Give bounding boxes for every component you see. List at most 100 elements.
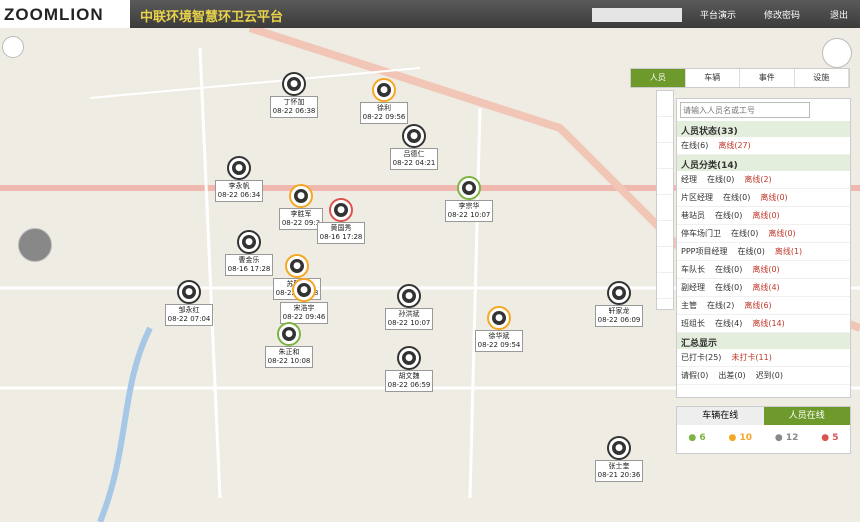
category-online: 在线(4) [715, 319, 743, 328]
category-online: 在线(0) [737, 247, 765, 256]
marker-label: 邹永红 08-22 07:04 [164, 304, 214, 326]
marker-label: 朱正和 08-22 10:08 [264, 346, 314, 368]
person-pin-icon: ● [609, 438, 629, 458]
marker-time: 08-16 17:28 [319, 233, 363, 241]
person-icon[interactable] [657, 91, 673, 117]
person-marker[interactable]: ● 张士奎 08-21 20:36 [580, 438, 658, 482]
map-canvas[interactable]: 人员 车辆 事件 设施 人员状态(33) 在线(6) 离线(27) 人员分类(1… [0, 28, 860, 522]
chart-icon[interactable] [822, 38, 852, 68]
category-row[interactable]: 经理 在线(0) 离线(2) [677, 171, 850, 189]
category-row[interactable]: 车队长 在线(0) 离线(0) [677, 261, 850, 279]
marker-label: 轩家龙 08-22 06:09 [594, 305, 644, 327]
marker-person-name: 孙洪斌 [398, 310, 420, 318]
bell-icon[interactable] [657, 195, 673, 221]
category-row[interactable]: 停车场门卫 在线(0) 离线(0) [677, 225, 850, 243]
marker-time: 08-22 10:08 [267, 357, 311, 365]
category-online: 在线(0) [715, 265, 743, 274]
category-online: 在线(0) [731, 229, 759, 238]
tab-event[interactable]: 事件 [740, 69, 795, 87]
tab-vehicle[interactable]: 车辆 [686, 69, 740, 87]
summary-unchecked: 未打卡(11) [731, 353, 772, 362]
nav-logout[interactable]: 退出 [830, 8, 848, 21]
marker-person-name: 朱正和 [278, 348, 300, 356]
nav-demo[interactable]: 平台演示 [700, 8, 736, 21]
search-wrap [677, 99, 850, 121]
marker-person-name: 邹永红 [178, 306, 200, 314]
person-pin-icon: ● [287, 256, 307, 276]
marker-time: 08-21 20:36 [597, 471, 641, 479]
summary-late: 迟到(0) [755, 371, 784, 380]
legend-tab-person[interactable]: 人员在线 [763, 407, 850, 425]
person-marker[interactable]: ● 徐华斌 08-22 09:54 [460, 308, 538, 352]
legend-tabs: 车辆在线 人员在线 [677, 407, 850, 425]
category-row[interactable]: PPP项目经理 在线(0) 离线(1) [677, 243, 850, 261]
person-pin-icon: ● [279, 324, 299, 344]
category-name: 班组长 [681, 319, 705, 328]
chart-side-icon[interactable] [657, 247, 673, 273]
person-marker[interactable]: ● 宋浩宇 08-22 09:46 [265, 280, 343, 324]
marker-label: 宋浩宇 08-22 09:46 [279, 302, 329, 324]
marker-label: 徐利 08-22 09:56 [359, 102, 409, 124]
summary-title: 汇总显示 [677, 333, 850, 349]
truck-icon[interactable] [657, 143, 673, 169]
marker-person-name: 胡文魏 [398, 372, 420, 380]
category-row[interactable]: 巷站员 在线(0) 离线(0) [677, 207, 850, 225]
marker-time: 08-22 10:07 [387, 319, 431, 327]
category-row[interactable]: 班组长 在线(4) 离线(14) [677, 315, 850, 333]
person-pin-icon: ● [374, 80, 394, 100]
vehicle-icon[interactable] [657, 117, 673, 143]
marker-time: 08-22 07:04 [167, 315, 211, 323]
summary-row-1: 已打卡(25) 未打卡(11) [677, 349, 850, 367]
marker-person-name: 丁怀加 [283, 98, 305, 106]
marker-time: 08-22 09:54 [477, 341, 521, 349]
map-prev-button[interactable] [18, 228, 52, 262]
user-dropdown[interactable] [592, 8, 682, 22]
person-marker[interactable]: ● 李宗华 08-22 10:07 [430, 178, 508, 222]
person-marker[interactable]: ● 邹永红 08-22 07:04 [150, 282, 228, 326]
status-row: 在线(6) 离线(27) [677, 137, 850, 155]
map-side-icon[interactable] [657, 273, 673, 299]
person-marker[interactable]: ● 轩家龙 08-22 06:09 [580, 283, 658, 327]
person-marker[interactable]: ● 丁怀加 08-22 06:38 [255, 74, 333, 118]
marker-person-name: 黄国秀 [330, 224, 352, 232]
category-name: 经理 [681, 175, 697, 184]
legend-counts: ● 6 ● 10 ● 12 ● 5 [677, 425, 850, 443]
category-row[interactable]: 主管 在线(2) 离线(6) [677, 297, 850, 315]
marker-time: 08-22 06:09 [597, 316, 641, 324]
legend-count: ● 5 [821, 433, 839, 443]
marker-label: 孙洪斌 08-22 10:07 [384, 308, 434, 330]
category-name: 巷站员 [681, 211, 705, 220]
person-pin-icon: ● [294, 280, 314, 300]
category-offline: 离线(14) [752, 319, 785, 328]
person-marker[interactable]: ● 徐利 08-22 09:56 [345, 80, 423, 124]
category-row[interactable]: 片区经理 在线(0) 离线(0) [677, 189, 850, 207]
category-online: 在线(2) [707, 301, 735, 310]
marker-person-name: 李永帆 [228, 182, 250, 190]
menu-toggle-button[interactable] [2, 36, 24, 58]
person-marker[interactable]: ● 胡文魏 08-22 06:59 [370, 348, 448, 392]
search-input[interactable] [680, 102, 810, 118]
legend-tab-vehicle[interactable]: 车辆在线 [677, 407, 764, 425]
status-offline[interactable]: 离线(27) [718, 140, 750, 151]
status-online[interactable]: 在线(6) [681, 140, 708, 151]
panel-side-icons [656, 90, 674, 310]
status-title: 人员状态(33) [677, 121, 850, 137]
summary-checked: 已打卡(25) [681, 353, 722, 362]
map-tab-bar: 人员 车辆 事件 设施 [630, 68, 850, 88]
summary-trip: 出差(0) [718, 371, 746, 380]
tab-person[interactable]: 人员 [631, 69, 686, 87]
summary-leave: 请假(0) [681, 371, 709, 380]
category-row[interactable]: 副经理 在线(0) 离线(4) [677, 279, 850, 297]
tab-facility[interactable]: 设施 [795, 69, 849, 87]
legend-box: 车辆在线 人员在线 ● 6 ● 10 ● 12 ● 5 [676, 406, 851, 454]
person-marker[interactable]: ● 黄国秀 08-16 17:28 [302, 200, 380, 244]
person-marker[interactable]: ● 吕德仁 08-22 04:21 [375, 126, 453, 170]
person-marker[interactable]: ● 孙洪斌 08-22 10:07 [370, 286, 448, 330]
marker-label: 胡文魏 08-22 06:59 [384, 370, 434, 392]
trash-icon[interactable] [657, 169, 673, 195]
category-name: 片区经理 [681, 193, 713, 202]
person-marker[interactable]: ● 朱正和 08-22 10:08 [250, 324, 328, 368]
tools-icon[interactable] [657, 221, 673, 247]
category-online: 在线(0) [715, 283, 743, 292]
nav-change-password[interactable]: 修改密码 [764, 8, 800, 21]
